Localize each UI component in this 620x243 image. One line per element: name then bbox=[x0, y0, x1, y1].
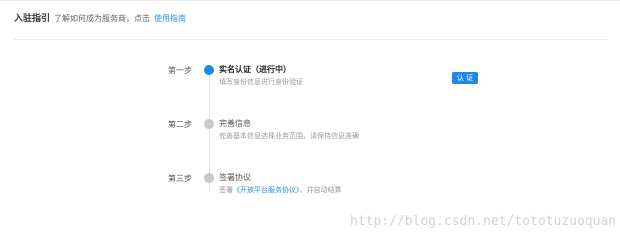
step-1: 第一步 实名认证（进行中） 填写身份信息进行身份验证 bbox=[0, 65, 620, 95]
step-label: 第二步 bbox=[168, 120, 192, 129]
page-header: 入驻指引 了解如何成为服务商，点击 使用指南 bbox=[14, 14, 186, 24]
step-description: 填写身份信息进行身份验证 bbox=[219, 78, 303, 86]
step-2: 第二步 完善信息 完善基本信息选择业务范围，请保持信息准确 bbox=[0, 119, 620, 149]
step-title: 签署协议 bbox=[219, 173, 251, 182]
step-pending-dot-icon bbox=[204, 119, 214, 129]
step-label: 第三步 bbox=[168, 174, 192, 183]
page-title: 入驻指引 bbox=[14, 14, 51, 24]
step-pending-dot-icon bbox=[204, 173, 214, 183]
step-description: 签署《开放平台服务协议》，并自动结算 bbox=[219, 185, 342, 195]
step-3: 第三步 签署协议 签署《开放平台服务协议》，并自动结算 bbox=[0, 173, 620, 203]
step-active-dot-icon bbox=[204, 65, 214, 75]
step-description: 完善基本信息选择业务范围，请保持信息准确 bbox=[219, 132, 359, 140]
guide-link[interactable]: 使用指南 bbox=[154, 14, 186, 24]
verify-button[interactable]: 认 证 bbox=[452, 72, 478, 84]
watermark: http://blog.csdn.net/tototuzuoquan bbox=[350, 214, 617, 229]
top-border bbox=[0, 0, 620, 1]
step-description-suffix: ，并自动结算 bbox=[299, 186, 342, 194]
agreement-link[interactable]: 《开放平台服务协议》 bbox=[233, 186, 300, 194]
header-divider bbox=[14, 39, 608, 40]
header-description: 了解如何成为服务商，点击 bbox=[54, 14, 151, 23]
step-title: 实名认证（进行中） bbox=[219, 65, 291, 74]
step-description-prefix: 签署 bbox=[219, 186, 233, 194]
step-label: 第一步 bbox=[168, 66, 192, 75]
step-title: 完善信息 bbox=[219, 119, 251, 128]
